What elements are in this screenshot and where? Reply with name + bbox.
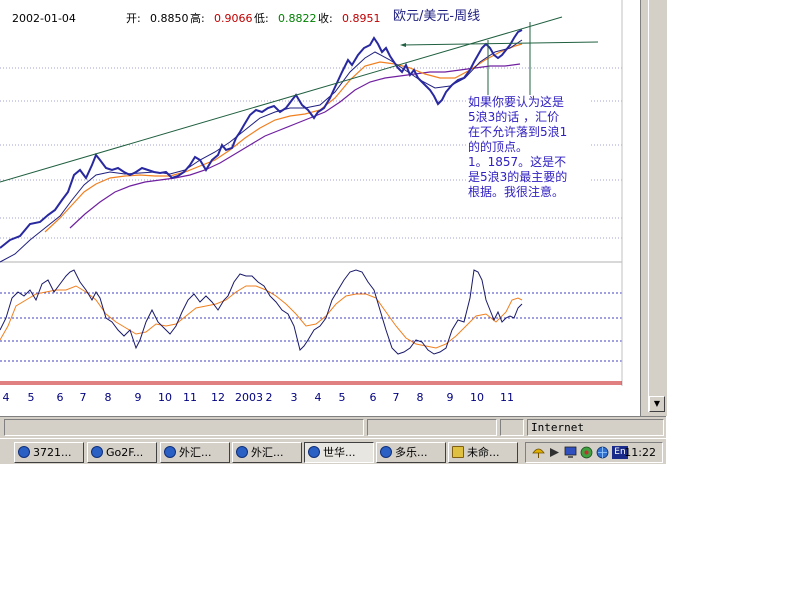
osc-signal-line xyxy=(0,285,523,349)
taskbar-button[interactable]: 未命... xyxy=(448,442,518,463)
status-zone: Internet xyxy=(527,419,664,436)
ma-slow-line xyxy=(69,63,521,229)
x-tick-label: 2003 xyxy=(235,391,263,404)
taskbar-button[interactable]: Go2F... xyxy=(87,442,157,463)
ie-icon xyxy=(308,446,320,458)
x-tick-label: 8 xyxy=(105,391,112,404)
x-tick-label: 3 xyxy=(291,391,298,404)
annotation-line: 是5浪3的最主要的 xyxy=(468,170,568,184)
annotation-line: 的的顶点。 xyxy=(468,140,529,154)
taskbar-button-label: Go2F... xyxy=(106,446,144,459)
taskbar-button[interactable]: 外汇... xyxy=(160,442,230,463)
taskbar-button-label: 外汇... xyxy=(251,446,284,459)
chart-window: 4 5 6 7 8 9 10 11 12 2003 2 3 4 5 6 7 8 9 10 11 2002-01-04 … xyxy=(0,0,648,416)
x-tick-label: 10 xyxy=(158,391,172,404)
taskbar-button-label: 外汇... xyxy=(179,446,212,459)
x-tick-label: 11 xyxy=(183,391,197,404)
x-tick-label: 4 xyxy=(3,391,10,404)
x-tick-label: 10 xyxy=(470,391,484,404)
x-tick-label: 12 xyxy=(211,391,225,404)
x-tick-label: 5 xyxy=(28,391,35,404)
taskbar-button[interactable]: 3721... xyxy=(14,442,84,463)
annotation-line: 1。1857。这是不 xyxy=(468,155,567,169)
taskbar-button-label: 多乐... xyxy=(395,446,428,459)
annotation-line: 根据。我很注意。 xyxy=(468,185,565,199)
arrow-marker xyxy=(400,43,406,47)
x-tick-label: 4 xyxy=(315,391,322,404)
annotation-note: 如果你要认为这是 5浪3的话 ，汇价 在不允许落到5浪1 的的顶点。 1。1857。这是… xyxy=(468,95,590,211)
taskbar-button-label: 世华... xyxy=(323,446,356,459)
ie-icon xyxy=(91,446,103,458)
annotation-line: 在不允许落到5浪1 xyxy=(468,125,568,139)
ohlc-label: 高: xyxy=(190,11,205,25)
paint-icon xyxy=(452,446,464,458)
x-tick-label: 9 xyxy=(447,391,454,404)
x-tick-label: 7 xyxy=(393,391,400,404)
taskbar-button[interactable]: 世华... xyxy=(304,442,374,463)
chart-date: 2002-01-04 xyxy=(12,12,76,25)
status-lock-cell xyxy=(500,419,524,436)
ohlc-label: 开: xyxy=(126,12,141,25)
chart-header: 2002-01-04 开: 0.8850 高: 0.9066 低: 0.8822 收: 0.8… xyxy=(12,9,480,25)
browser-statusbar: Internet xyxy=(0,416,666,438)
ie-icon xyxy=(18,446,30,458)
x-tick-label: 8 xyxy=(417,391,424,404)
globe-icon[interactable] xyxy=(596,446,609,459)
arrow-icon[interactable] xyxy=(548,446,561,459)
status-main-cell xyxy=(4,419,364,436)
taskbar-button-label: 未命... xyxy=(467,446,500,459)
x-tick-label: 11 xyxy=(500,391,514,404)
resistance-line xyxy=(401,41,599,46)
ohlc-value: 0.8822 xyxy=(278,12,317,25)
ohlc-value: 0.8850 xyxy=(150,12,189,25)
ohlc-label: 收: xyxy=(318,11,333,25)
ma-mid-line xyxy=(44,43,523,233)
clock[interactable]: 11:22 xyxy=(624,443,656,462)
ie-icon xyxy=(164,446,176,458)
ohlc-label: 低: xyxy=(254,12,269,25)
x-axis: 4 5 6 7 8 9 10 11 12 2003 2 3 4 5 6 7 8 9 10 11 xyxy=(0,381,622,404)
taskbar-button[interactable]: 多乐... xyxy=(376,442,446,463)
ie-icon xyxy=(236,446,248,458)
x-tick-label: 6 xyxy=(57,391,64,404)
network-icon[interactable] xyxy=(580,446,593,459)
monitor-icon[interactable] xyxy=(564,446,577,459)
x-tick-label: 6 xyxy=(370,391,377,404)
taskbar-button[interactable]: 外汇... xyxy=(232,442,302,463)
x-tick-label: 9 xyxy=(135,391,142,404)
chart-title: 欧元/美元-周线 xyxy=(393,9,480,24)
ohlc-readout: 开: 0.8850 高: 0.9066 低: 0.8822 收: 0.8951 xyxy=(126,11,381,25)
taskbar-button-label: 3721... xyxy=(33,446,72,459)
ohlc-value: 0.9066 xyxy=(214,12,253,25)
scroll-down-button[interactable]: ▼ xyxy=(649,396,665,412)
umbrella-icon[interactable] xyxy=(532,446,545,459)
annotation-line: 5浪3的话 ，汇价 xyxy=(468,110,560,124)
x-tick-label: 7 xyxy=(80,391,87,404)
ie-icon xyxy=(380,446,392,458)
ma-fast-line xyxy=(0,39,523,263)
vertical-scrollbar[interactable]: ▼ xyxy=(648,0,665,412)
annotation-line: 如果你要认为这是 xyxy=(468,95,565,109)
windows-taskbar: 3721... Go2F... 外汇... 外汇... 世华... 多乐... 未命... … xyxy=(0,438,666,464)
system-tray: En 11:22 xyxy=(525,442,663,463)
x-tick-label: 2 xyxy=(266,391,273,404)
x-tick-label: 5 xyxy=(339,391,346,404)
ohlc-value: 0.8951 xyxy=(342,12,381,25)
status-progress-cell xyxy=(367,419,497,436)
